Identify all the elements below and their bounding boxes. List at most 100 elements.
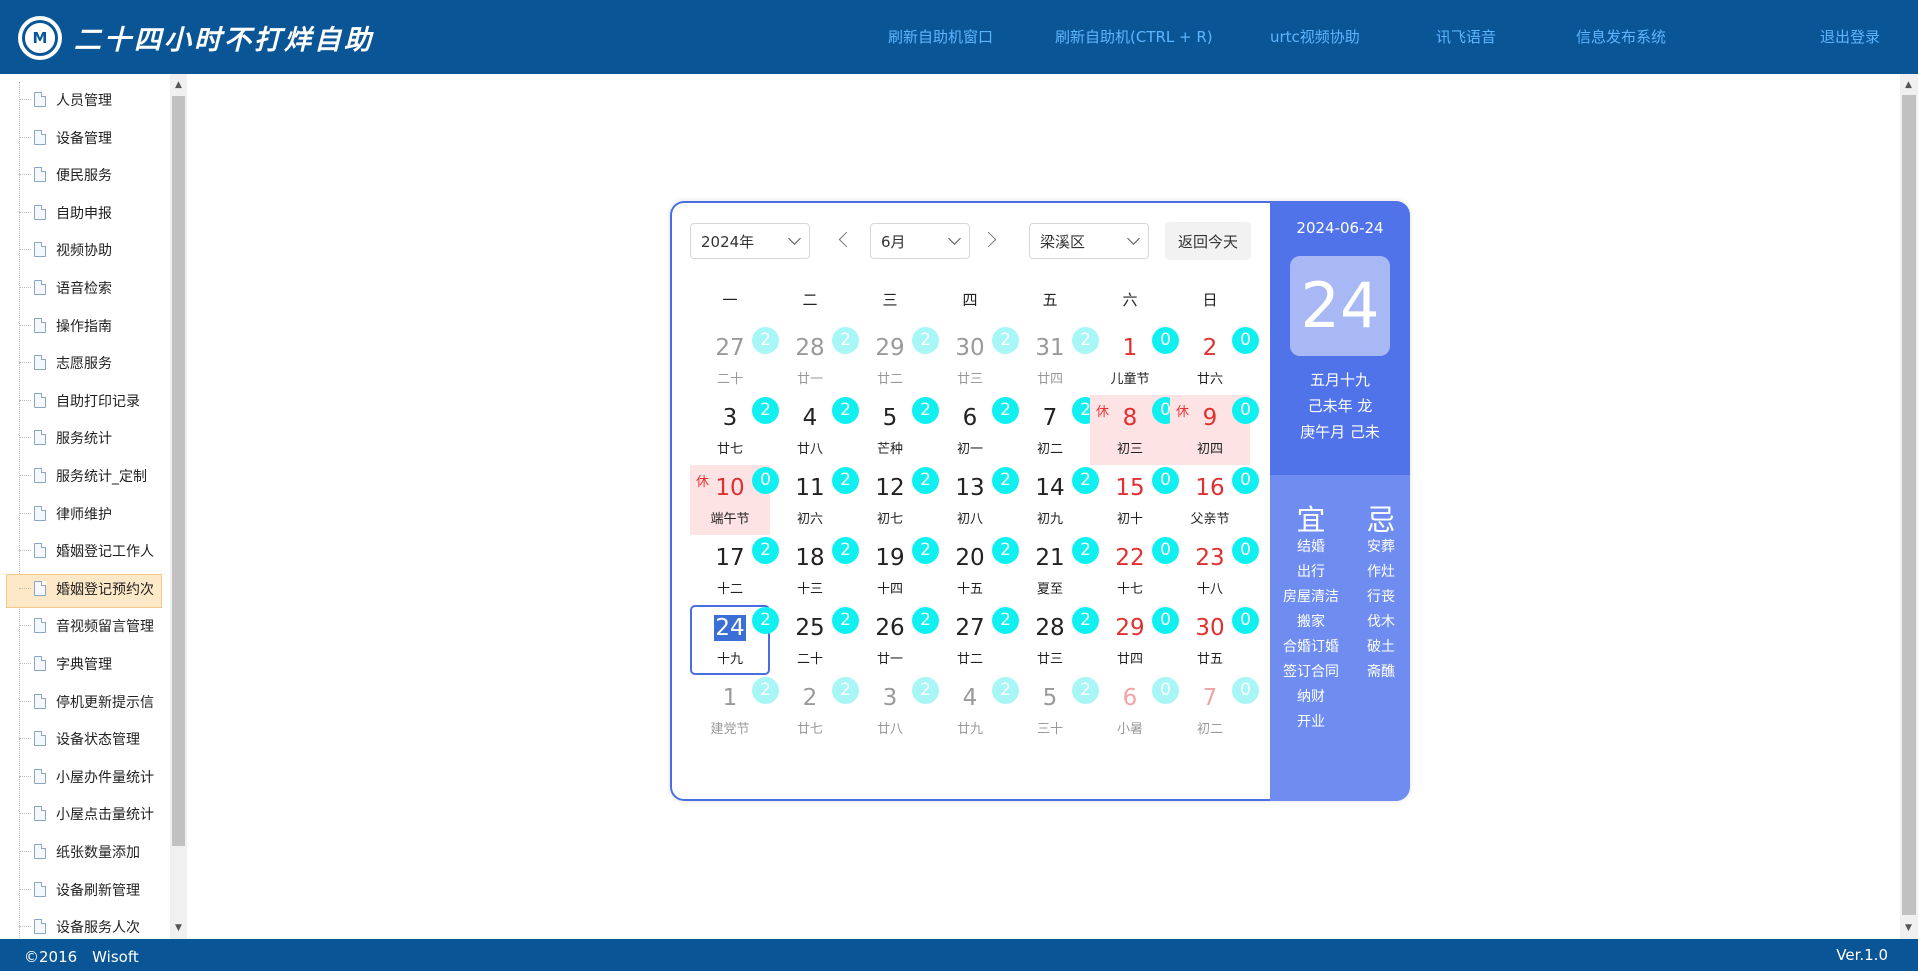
footer-bar: ©2016 Wisoft Ver.1.0 bbox=[0, 939, 1918, 971]
calendar-day-cell[interactable]: 18 十三 2 bbox=[770, 535, 859, 605]
day-lunar-label: 廿五 bbox=[1196, 652, 1223, 667]
sidebar-item[interactable]: 便民服务 bbox=[0, 159, 170, 189]
page-scroll-thumb[interactable] bbox=[1902, 95, 1916, 915]
calendar-day-cell[interactable]: 6 小暑 0 bbox=[1090, 675, 1179, 745]
next-month-button[interactable] bbox=[980, 229, 1002, 253]
month-select[interactable]: 6月 bbox=[870, 223, 970, 259]
weekday-header: 五 bbox=[1042, 291, 1058, 309]
calendar-day-cell[interactable]: 5 芒种 2 bbox=[850, 395, 939, 465]
scroll-down-icon[interactable]: ▼ bbox=[172, 921, 185, 935]
calendar-day-cell[interactable]: 22 十七 0 bbox=[1090, 535, 1179, 605]
sidebar-item[interactable]: 婚姻登记预约次 bbox=[0, 573, 170, 608]
calendar-day-cell[interactable]: 3 廿七 2 bbox=[690, 395, 779, 465]
nav-refresh-ctrl-r[interactable]: 刷新自助机(CTRL + R) bbox=[1055, 26, 1213, 47]
calendar-day-cell[interactable]: 20 十五 2 bbox=[930, 535, 1019, 605]
calendar-day-cell[interactable]: 30 廿五 0 bbox=[1170, 605, 1259, 675]
day-number-text: 6 bbox=[962, 405, 978, 431]
sidebar-item[interactable]: 设备服务人次 bbox=[0, 911, 170, 939]
day-lunar-label: 廿一 bbox=[796, 372, 823, 387]
sidebar-item[interactable]: 志愿服务 bbox=[0, 347, 170, 377]
year-select[interactable]: 2024年 bbox=[690, 223, 810, 259]
sidebar-item[interactable]: 服务统计_定制 bbox=[0, 460, 170, 490]
sidebar-item[interactable]: 人员管理 bbox=[0, 84, 170, 114]
sidebar-item-label: 服务统计_定制 bbox=[56, 469, 147, 485]
sidebar-item[interactable]: 律师维护 bbox=[0, 498, 170, 528]
calendar-day-cell[interactable]: 1 建党节 2 bbox=[690, 675, 779, 745]
calendar-day-cell[interactable]: 19 十四 2 bbox=[850, 535, 939, 605]
nav-info-publish[interactable]: 信息发布系统 bbox=[1576, 26, 1666, 47]
calendar-day-cell[interactable]: 26 廿一 2 bbox=[850, 605, 939, 675]
calendar-day-cell[interactable]: 25 二十 2 bbox=[770, 605, 859, 675]
day-lunar-label: 十三 bbox=[796, 582, 823, 597]
district-select[interactable]: 梁溪区 bbox=[1029, 223, 1149, 259]
calendar-day-cell[interactable]: 4 廿九 2 bbox=[930, 675, 1019, 745]
nav-xunfei-voice[interactable]: 讯飞语音 bbox=[1436, 26, 1496, 47]
sidebar-item[interactable]: 小屋点击量统计 bbox=[0, 798, 170, 828]
sidebar-item-label: 设备管理 bbox=[56, 130, 112, 147]
calendar-day-cell[interactable]: 16 父亲节 0 bbox=[1170, 465, 1259, 535]
sidebar-item[interactable]: 设备状态管理 bbox=[0, 723, 170, 753]
nav-logout[interactable]: 退出登录 bbox=[1820, 26, 1880, 47]
calendar-day-cell[interactable]: 21 夏至 2 bbox=[1010, 535, 1099, 605]
calendar-day-cell[interactable]: 28 廿三 2 bbox=[1010, 605, 1099, 675]
sidebar-item[interactable]: 视频协助 bbox=[0, 234, 170, 264]
calendar-day-cell[interactable]: 4 廿八 2 bbox=[770, 395, 859, 465]
sidebar-item[interactable]: 纸张数量添加 bbox=[0, 836, 170, 866]
calendar-day-cell[interactable]: 休 8 初三 0 bbox=[1090, 395, 1179, 465]
calendar-day-cell[interactable]: 2 廿七 2 bbox=[770, 675, 859, 745]
calendar-day-cell[interactable]: 23 十八 0 bbox=[1170, 535, 1259, 605]
page-scroll-down-icon[interactable]: ▼ bbox=[1902, 921, 1915, 935]
sidebar-item[interactable]: 小屋办件量统计 bbox=[0, 761, 170, 791]
calendar-day-cell[interactable]: 11 初六 2 bbox=[770, 465, 859, 535]
calendar-day-cell[interactable]: 12 初七 2 bbox=[850, 465, 939, 535]
sidebar-item[interactable]: 婚姻登记工作人 bbox=[0, 535, 170, 565]
weekday-header: 四 bbox=[962, 291, 978, 309]
sidebar-item[interactable]: 语音检索 bbox=[0, 272, 170, 302]
nav-urtc-video[interactable]: urtc视频协助 bbox=[1270, 26, 1360, 47]
calendar-day-cell[interactable]: 7 初二 0 bbox=[1170, 675, 1259, 745]
calendar-day-cell[interactable]: 17 十二 2 bbox=[690, 535, 779, 605]
calendar-day-cell[interactable]: 27 二十 2 bbox=[690, 325, 779, 395]
calendar-day-cell[interactable]: 28 廿一 2 bbox=[770, 325, 859, 395]
calendar-day-cell[interactable]: 1 儿童节 0 bbox=[1090, 325, 1179, 395]
app-logo: M bbox=[18, 16, 62, 60]
calendar-day-cell[interactable]: 27 廿二 2 bbox=[930, 605, 1019, 675]
back-to-today-button[interactable]: 返回今天 bbox=[1165, 222, 1251, 260]
sidebar-item[interactable]: 服务统计 bbox=[0, 422, 170, 452]
sidebar-item[interactable]: 设备刷新管理 bbox=[0, 874, 170, 904]
calendar-day-cell[interactable]: 2 廿六 0 bbox=[1170, 325, 1259, 395]
calendar-day-cell[interactable]: 31 廿四 2 bbox=[1010, 325, 1099, 395]
sidebar-item[interactable]: 自助打印记录 bbox=[0, 385, 170, 415]
calendar-day-cell[interactable]: 30 廿三 2 bbox=[930, 325, 1019, 395]
tree-branch bbox=[19, 550, 31, 552]
calendar-day-cell[interactable]: 6 初一 2 bbox=[930, 395, 1019, 465]
calendar-day-cell[interactable]: 13 初八 2 bbox=[930, 465, 1019, 535]
calendar-day-cell[interactable]: 7 初二 2 bbox=[1010, 395, 1099, 465]
sidebar-item[interactable]: 停机更新提示信 bbox=[0, 686, 170, 716]
sidebar-scroll-thumb[interactable] bbox=[172, 96, 185, 846]
sidebar-item[interactable]: 字典管理 bbox=[0, 648, 170, 678]
calendar-day-cell[interactable]: 3 廿八 2 bbox=[850, 675, 939, 745]
calendar-day-cell[interactable]: 29 廿四 0 bbox=[1090, 605, 1179, 675]
sidebar-item[interactable]: 自助申报 bbox=[0, 197, 170, 227]
calendar-day-cell[interactable]: 休 10 端午节 0 bbox=[690, 465, 779, 535]
day-lunar-label: 芒种 bbox=[876, 442, 903, 457]
page-scroll-up-icon[interactable]: ▲ bbox=[1902, 78, 1915, 92]
nav-refresh-window[interactable]: 刷新自助机窗口 bbox=[888, 26, 993, 47]
day-lunar-label: 初二 bbox=[1196, 722, 1223, 737]
prev-month-button[interactable] bbox=[834, 229, 856, 253]
calendar-day-cell[interactable]: 15 初十 0 bbox=[1090, 465, 1179, 535]
calendar-day-cell[interactable]: 休 9 初四 0 bbox=[1170, 395, 1259, 465]
scroll-up-icon[interactable]: ▲ bbox=[172, 78, 185, 92]
calendar-day-cell[interactable]: 29 廿二 2 bbox=[850, 325, 939, 395]
sidebar-item[interactable]: 设备管理 bbox=[0, 122, 170, 152]
sidebar-item-label: 自助申报 bbox=[56, 205, 112, 222]
appointment-count-badge: 0 bbox=[1232, 397, 1259, 424]
day-number-text: 27 bbox=[715, 335, 745, 361]
calendar-day-cell[interactable]: 5 三十 2 bbox=[1010, 675, 1099, 745]
sidebar-item[interactable]: 音视频留言管理 bbox=[0, 610, 170, 640]
calendar-day-cell[interactable]: 14 初九 2 bbox=[1010, 465, 1099, 535]
sidebar-item[interactable]: 操作指南 bbox=[0, 310, 170, 340]
appointment-count-badge: 0 bbox=[1232, 327, 1259, 354]
calendar-day-cell[interactable]: 24 十九 2 bbox=[690, 605, 779, 675]
